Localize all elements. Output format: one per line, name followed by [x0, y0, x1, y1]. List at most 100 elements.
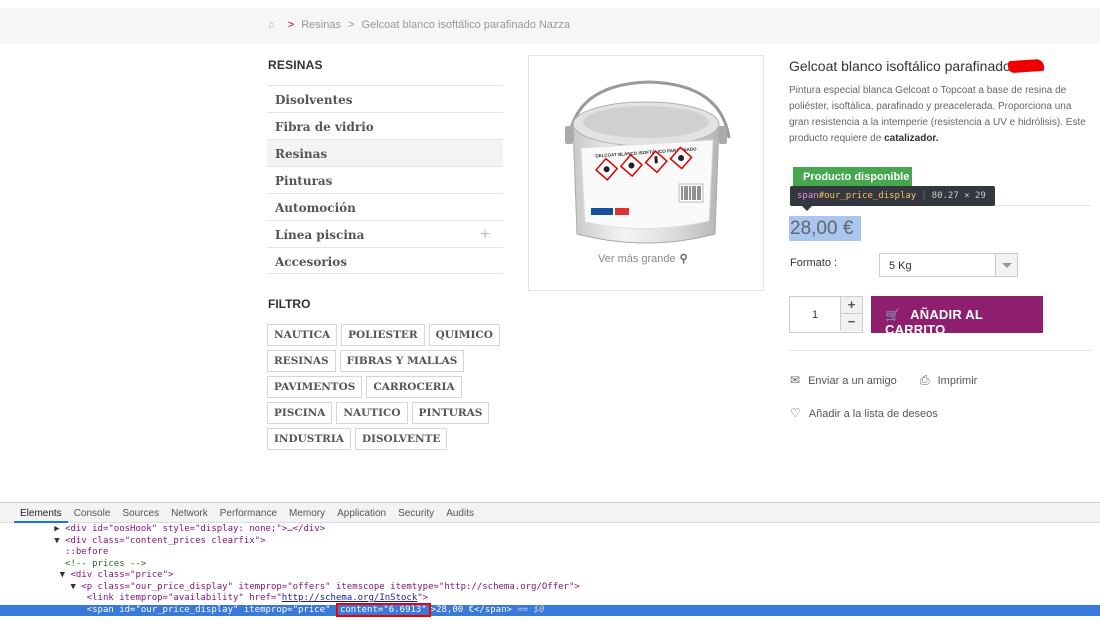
category-item-resinas[interactable]: Resinas: [267, 139, 503, 166]
devtools-tab-performance[interactable]: Performance: [214, 503, 283, 523]
category-label: Automoción: [275, 201, 356, 215]
product-description: Pintura especial blanca Gelcoat o Topcoa…: [789, 83, 1089, 147]
heart-icon: ♡: [790, 406, 801, 420]
dom-node[interactable]: ▶ <div id="oosHook" style="display: none…: [0, 524, 1100, 536]
send-friend-label: Enviar a un amigo: [808, 375, 897, 387]
devtools-tab-network[interactable]: Network: [165, 503, 214, 523]
dom-node-text: <!-- prices -->: [65, 558, 147, 569]
devtools-tab-audits[interactable]: Audits: [440, 503, 480, 523]
dom-node-text: <div id="oosHook" style="display: none;"…: [65, 524, 326, 534]
filter-tag[interactable]: INDUSTRIA: [267, 428, 351, 450]
dom-tree: ▶ <div id="oosHook" style="display: none…: [0, 523, 1100, 617]
devtools-tab-sources[interactable]: Sources: [116, 503, 165, 523]
printer-icon: ⎙: [920, 373, 930, 387]
dom-node-text: <div class="content_prices clearfix">: [65, 535, 266, 546]
tooltip-separator: |: [921, 191, 927, 201]
dom-node-selected[interactable]: <span id="our_price_display" itemprop="p…: [0, 602, 1100, 617]
breadcrumb-separator: >: [287, 19, 295, 31]
breadcrumb-link-resinas[interactable]: Resinas: [301, 19, 341, 31]
dom-node[interactable]: ::before: [0, 547, 1100, 559]
highlighted-attribute: content="6.6913": [335, 602, 431, 617]
category-label: Resinas: [275, 147, 328, 161]
category-label: Pinturas: [275, 174, 333, 188]
filter-tag[interactable]: NAUTICO: [336, 402, 408, 424]
add-to-cart-button[interactable]: 🛒 AÑADIR AL CARRITO: [871, 296, 1043, 337]
wishlist-label: Añadir a la lista de deseos: [808, 408, 938, 420]
redaction-mark: [1007, 58, 1045, 74]
filter-tag[interactable]: PINTURAS: [411, 402, 490, 424]
dom-node-link[interactable]: http://schema.org/InStock: [282, 593, 417, 603]
product-title: Gelcoat blanco isoftálico parafinado: [789, 58, 1011, 74]
category-item-automocion[interactable]: Automoción: [267, 193, 503, 220]
dom-node[interactable]: <!-- prices -->: [0, 559, 1100, 571]
tooltip-size: 80.27 × 29: [931, 191, 986, 201]
devtools-tab-memory[interactable]: Memory: [283, 503, 331, 523]
dom-node[interactable]: ▼ <div class="content_prices clearfix">: [0, 536, 1100, 548]
dom-node-text: <div class="price">: [70, 570, 174, 580]
formato-select[interactable]: 5 Kg: [879, 253, 1018, 277]
devtools-tab-application[interactable]: Application: [331, 503, 392, 523]
filter-tag[interactable]: RESINAS: [267, 350, 336, 372]
dom-node-ref: == $0: [511, 604, 545, 615]
category-label: Línea piscina: [275, 228, 365, 242]
home-icon[interactable]: ⌂: [268, 19, 275, 31]
availability-badge: Producto disponible: [793, 167, 912, 186]
category-label: Accesorios: [275, 255, 347, 269]
dom-node[interactable]: ▼ <p class="our_price_display" itemprop=…: [0, 582, 1100, 594]
devtools-tab-console[interactable]: Console: [68, 503, 117, 523]
divider: [789, 350, 1091, 351]
print-label: Imprimir: [937, 375, 978, 387]
zoom-icon: ⚲: [679, 253, 688, 265]
dom-node-text: >28,00 €</span>: [430, 604, 512, 615]
filter-tags: NAUTICA POLIESTER QUIMICO RESINAS FIBRAS…: [267, 324, 507, 454]
category-label: Disolventes: [275, 93, 353, 107]
category-item-fibra[interactable]: Fibra de vidrio: [267, 112, 503, 139]
dom-node-text: <link itemprop="availability" href=": [86, 593, 282, 603]
tooltip-id: #our_price_display: [818, 191, 917, 201]
sidebar-title: RESINAS: [268, 58, 323, 72]
dom-node[interactable]: ▼ <div class="price">: [0, 570, 1100, 582]
zoom-link[interactable]: Ver más grande ⚲: [598, 252, 688, 265]
category-label: Fibra de vidrio: [275, 120, 374, 134]
filter-tag[interactable]: CARROCERIA: [366, 376, 462, 398]
breadcrumb: ⌂ > Resinas > Gelcoat blanco isoftálico …: [268, 19, 570, 31]
quantity-stepper[interactable]: 1 + −: [789, 296, 863, 333]
category-item-pinturas[interactable]: Pinturas: [267, 166, 503, 193]
tooltip-tag: span: [797, 191, 819, 201]
cart-icon: 🛒: [885, 308, 901, 322]
filter-title: FILTRO: [268, 297, 311, 311]
zoom-label: Ver más grande: [598, 253, 676, 265]
devtools-tab-security[interactable]: Security: [392, 503, 440, 523]
quantity-input[interactable]: 1: [790, 297, 840, 332]
filter-tag[interactable]: PAVIMENTOS: [267, 376, 363, 398]
devtools-tabs: Elements Console Sources Network Perform…: [0, 503, 1100, 523]
dom-node-text: ">: [417, 593, 429, 603]
formato-value: 5 Kg: [889, 260, 912, 272]
breadcrumb-separator: >: [348, 19, 355, 31]
expand-plus-icon[interactable]: +: [479, 226, 491, 242]
category-item-disolventes[interactable]: Disolventes: [267, 85, 503, 112]
chevron-down-icon[interactable]: [995, 254, 1017, 276]
filter-tag[interactable]: NAUTICA: [267, 324, 338, 346]
filter-tag[interactable]: QUIMICO: [428, 324, 500, 346]
filter-tag[interactable]: DISOLVENTE: [354, 428, 448, 450]
formato-label: Formato :: [790, 257, 838, 269]
category-list: Disolventes Fibra de vidrio Resinas Pint…: [267, 85, 503, 274]
inspector-tooltip: span#our_price_display | 80.27 × 29: [790, 186, 995, 206]
catalizador-link[interactable]: catalizador.: [884, 133, 938, 144]
filter-tag[interactable]: POLIESTER: [341, 324, 425, 346]
dom-node[interactable]: <link itemprop="availability" href="http…: [0, 593, 1100, 605]
dom-node-text: <span id="our_price_display" itemprop="p…: [86, 604, 336, 615]
devtools-tab-elements[interactable]: Elements: [14, 503, 68, 523]
print-link[interactable]: ⎙ Imprimir: [920, 373, 977, 388]
product-price: 28,00 €: [789, 216, 861, 241]
category-item-linea-piscina[interactable]: Línea piscina +: [267, 220, 503, 247]
dom-node-text: <p class="our_price_display" itemprop="o…: [81, 581, 580, 592]
wishlist-link[interactable]: ♡ Añadir a la lista de deseos: [790, 406, 938, 420]
filter-tag[interactable]: FIBRAS Y MALLAS: [339, 350, 465, 372]
quantity-plus-button[interactable]: +: [840, 297, 862, 314]
category-item-accesorios[interactable]: Accesorios: [267, 247, 503, 274]
quantity-minus-button[interactable]: −: [840, 314, 862, 331]
filter-tag[interactable]: PISCINA: [267, 402, 333, 424]
send-friend-link[interactable]: ✉ Enviar a un amigo: [790, 373, 897, 387]
